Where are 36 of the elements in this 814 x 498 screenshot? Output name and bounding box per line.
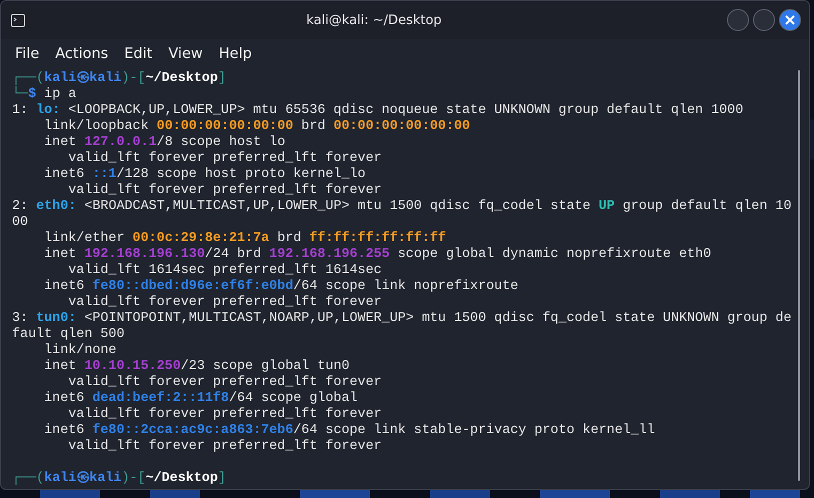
terminal-line: └─$ ip a xyxy=(12,87,78,103)
terminal-line: valid_lft forever preferred_lft forever xyxy=(67,375,383,391)
minimize-button[interactable] xyxy=(727,9,749,31)
menu-item[interactable]: File xyxy=(7,46,48,62)
menu-item[interactable]: View xyxy=(160,46,211,62)
terminal-line: 00 xyxy=(12,215,30,231)
menu-item[interactable]: Edit xyxy=(116,46,160,62)
terminal-line: inet6 ::1/128 scope host proto kernel_lo xyxy=(43,167,367,183)
terminal-line: ┌──(kali㉿kali)-[~/Desktop] xyxy=(12,71,227,86)
terminal-line: inet6 fe80::dbed:d96e:ef6f:e0bd/64 scope link noprefixroute xyxy=(43,279,520,295)
terminal-line: valid_lft forever preferred_lft forever xyxy=(67,183,383,199)
terminal-line: inet6 fe80::2cca:ac9c:a863:7eb6/64 scope link stable-privacy proto kernel_ll xyxy=(43,423,656,439)
terminal-line: valid_lft forever preferred_lft forever xyxy=(67,151,383,167)
terminal-line: 2: eth0: <BROADCAST,MULTICAST,UP,LOWER_UP> mtu 1500 qdisc fq_codel state UP group default qlen 10 xyxy=(12,199,792,215)
menu-item[interactable]: Actions xyxy=(47,46,116,62)
terminal-line: inet6 dead:beef:2::11f8/64 scope global xyxy=(43,391,359,407)
terminal-line: valid_lft forever preferred_lft forever xyxy=(67,407,383,423)
terminal-line: inet 10.10.15.250/23 scope global tun0 xyxy=(43,359,351,375)
terminal-line: link/loopback 00:00:00:00:00:00 brd 00:00:00:00:00:00 xyxy=(43,119,472,135)
window-title: kali@kali: ~/Desktop xyxy=(305,12,443,28)
terminal-line: valid_lft 1614sec preferred_lft 1614sec xyxy=(67,263,383,279)
terminal-line: link/ether 00:0c:29:8e:21:7a brd ff:ff:ff:ff:ff:ff xyxy=(43,231,447,247)
terminal-line: valid_lft forever preferred_lft forever xyxy=(67,295,383,311)
terminal-line: inet 127.0.0.1/8 scope host lo xyxy=(43,135,286,151)
menu-item[interactable]: Help xyxy=(210,46,260,62)
close-icon xyxy=(785,15,795,25)
terminal-line: 1: lo: <LOOPBACK,UP,LOWER_UP> mtu 65536 qdisc noqueue state UNKNOWN group default qlen 1000 xyxy=(12,103,744,119)
terminal-line: inet 192.168.196.130/24 brd 192.168.196.255 scope global dynamic noprefixroute eth0 xyxy=(43,247,712,263)
scrollbar[interactable] xyxy=(798,70,800,481)
terminal-line: link/none xyxy=(43,343,118,359)
terminal-line: valid_lft forever preferred_lft forever xyxy=(67,439,383,455)
close-button[interactable] xyxy=(779,9,801,31)
terminal-line: fault qlen 500 xyxy=(12,327,126,343)
terminal-line: ┌──(kali㉿kali)-[~/Desktop] xyxy=(12,471,227,487)
terminal-line: 3: tun0: <POINTOPOINT,MULTICAST,NOARP,UP,LOWER_UP> mtu 1500 qdisc fq_codel state UNKNOWN group de xyxy=(12,311,792,327)
terminal-icon xyxy=(11,14,25,26)
